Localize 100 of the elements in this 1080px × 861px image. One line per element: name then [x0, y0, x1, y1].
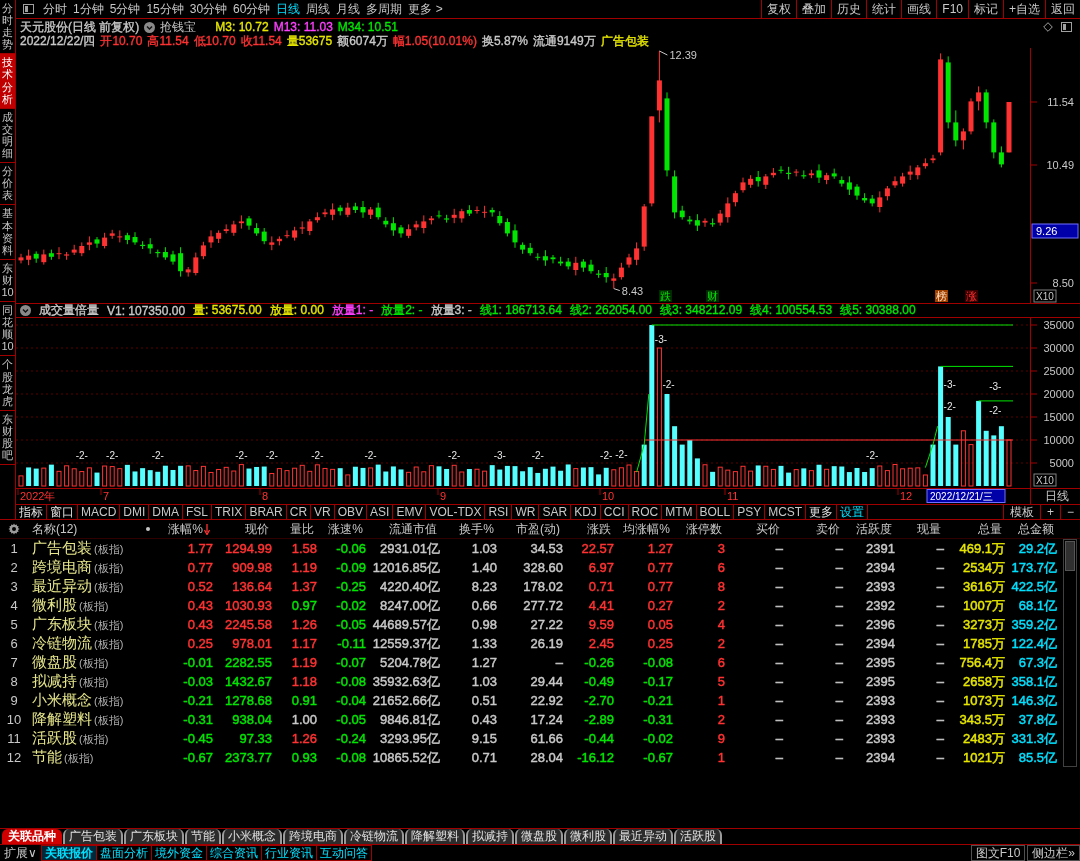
panel-toggle-icon[interactable] [1061, 22, 1072, 32]
related-tab[interactable]: 冷链物流 [344, 829, 404, 844]
toolbar-button[interactable]: 复权 [761, 0, 797, 18]
indicator-tab[interactable]: DMA [149, 505, 183, 520]
sector-name[interactable]: 微利股 [32, 596, 77, 615]
scrollbar-thumb[interactable] [1065, 541, 1075, 571]
indicator-tab[interactable]: SAR [539, 505, 572, 520]
bottom-button[interactable]: 图文F10 [970, 845, 1026, 861]
period-tab[interactable]: 5分钟 [106, 0, 144, 18]
event-tag[interactable]: 跌 [659, 290, 672, 302]
formula-selector[interactable]: 抢钱宝 [160, 18, 197, 36]
sector-name[interactable]: 活跃股 [32, 729, 77, 748]
side-tab[interactable]: 分价表 [0, 163, 15, 206]
indicator-tab[interactable]: VR [311, 505, 335, 520]
column-header[interactable]: 涨跌 [566, 520, 617, 538]
sector-name[interactable]: 拟减持 [32, 672, 77, 691]
indicator-tab[interactable]: DMI [120, 505, 150, 520]
indicator-tab[interactable]: RSI [485, 505, 513, 520]
column-header[interactable]: 均涨幅% [617, 520, 676, 538]
related-tab[interactable]: 广东板块 [124, 829, 184, 844]
column-header[interactable]: 卖价 [786, 520, 846, 538]
column-header[interactable]: 换手% [443, 520, 500, 538]
period-tab[interactable]: 15分钟 [143, 0, 187, 18]
chevron-down-icon[interactable] [144, 21, 156, 33]
indicator-tab[interactable]: EMV [393, 505, 427, 520]
column-header[interactable]: 总量 [947, 520, 1008, 538]
period-tab[interactable]: 月线 [333, 0, 364, 18]
toolbar-button[interactable]: +自选 [1003, 0, 1045, 18]
menu-button[interactable]: 指标 [16, 505, 47, 520]
sector-name[interactable]: 节能 [32, 748, 62, 767]
indicator-tab[interactable]: KDJ [571, 505, 601, 520]
column-header[interactable]: 名称(12) [28, 520, 150, 538]
column-header[interactable]: 现价 [216, 520, 275, 538]
side-tab[interactable]: 成交明细 [0, 108, 15, 164]
settings-icon[interactable] [8, 523, 20, 535]
event-tag[interactable]: 榜 [935, 290, 948, 302]
bottom-tab[interactable]: 互动问答 [315, 845, 372, 861]
column-header[interactable]: 市盈(动) [500, 520, 566, 538]
menu-button[interactable]: 窗口 [47, 505, 78, 520]
indicator-tab[interactable]: WR [512, 505, 540, 520]
related-tab[interactable]: 微盘股 [515, 829, 563, 844]
related-tab[interactable]: 活跃股 [674, 829, 722, 844]
toolbar-button[interactable]: 返回 [1045, 0, 1080, 18]
column-header[interactable]: 涨速% [320, 520, 369, 538]
indicator-tab[interactable]: CCI [600, 505, 629, 520]
toolbar-button[interactable]: 统计 [866, 0, 902, 18]
column-header[interactable]: 涨停数 [676, 520, 728, 538]
sector-name[interactable]: 跨境电商 [32, 558, 92, 577]
indicator-tab[interactable]: BOLL [696, 505, 735, 520]
sector-name[interactable]: 广告包装 [32, 539, 92, 558]
toolbar-button[interactable]: 叠加 [796, 0, 832, 18]
sector-name[interactable]: 最近异动 [32, 577, 92, 596]
side-tab[interactable]: 基本资料 [0, 205, 15, 260]
period-tab[interactable]: 日线 [273, 0, 304, 18]
indicator-tab[interactable]: OBV [334, 505, 368, 520]
indicator-tab[interactable]: BRAR [246, 505, 287, 520]
bottom-tab[interactable]: 综合资讯 [205, 845, 262, 861]
related-tab[interactable]: 节能 [185, 829, 221, 844]
indicator-tab[interactable]: CR [286, 505, 312, 520]
bottom-tab[interactable]: 盘面分析 [95, 845, 152, 861]
column-header[interactable]: 流通市值 [369, 520, 443, 538]
indicator-tab[interactable]: ROC [628, 505, 663, 520]
period-tab[interactable]: 30分钟 [186, 0, 231, 18]
panel-toggle-icon[interactable] [23, 4, 34, 14]
indicator-tab[interactable]: MTM [662, 505, 697, 520]
related-tab[interactable]: 关联品种 [2, 829, 62, 844]
toolbar-button[interactable]: 历史 [831, 0, 867, 18]
sector-name[interactable]: 微盘股 [32, 653, 77, 672]
period-tab[interactable]: 分时 [40, 0, 70, 18]
column-header[interactable]: 量比 [275, 520, 320, 538]
related-tab[interactable]: 降解塑料 [405, 829, 465, 844]
side-tab[interactable]: 同花顺10 [0, 302, 15, 357]
column-header[interactable]: 买价 [728, 520, 786, 538]
chevron-down-icon[interactable] [20, 305, 31, 316]
remove-button[interactable]: − [1060, 505, 1080, 520]
toolbar-button[interactable]: 画线 [901, 0, 937, 18]
related-tab[interactable]: 拟减持 [466, 829, 514, 844]
column-header[interactable]: 涨幅% [150, 520, 216, 538]
period-tab[interactable]: 1分钟 [70, 0, 107, 18]
related-tab[interactable]: 广告包装 [63, 829, 123, 844]
indicator-tab[interactable]: FSL [183, 505, 213, 520]
scrollbar[interactable] [1063, 539, 1077, 767]
related-tab[interactable]: 最近异动 [613, 829, 673, 844]
bottom-tab[interactable]: 关联报价 [40, 845, 97, 861]
side-tab[interactable]: 东财股吧 [0, 410, 15, 466]
indicator-tab[interactable]: ASI [367, 505, 394, 520]
period-tab[interactable]: 周线 [303, 0, 334, 18]
bottom-button[interactable]: 侧边栏» [1027, 845, 1080, 861]
event-tag[interactable]: 财 [706, 290, 719, 302]
period-button[interactable]: 日线 [1045, 489, 1069, 503]
indicator-tab[interactable]: TRIX [212, 505, 247, 520]
column-header[interactable]: 总金额 [1008, 520, 1060, 538]
related-tab[interactable]: 小米概念 [222, 829, 282, 844]
more-button[interactable]: 更多 > [405, 0, 446, 18]
scale-label[interactable]: X10 [1033, 289, 1057, 303]
sector-name[interactable]: 小米概念 [32, 691, 92, 710]
sector-name[interactable]: 降解塑料 [32, 710, 92, 729]
indicator-tab[interactable]: MACD [78, 505, 121, 520]
template-button[interactable]: 模板 [1002, 505, 1040, 520]
bottom-tab[interactable]: 境外资金 [150, 845, 207, 861]
